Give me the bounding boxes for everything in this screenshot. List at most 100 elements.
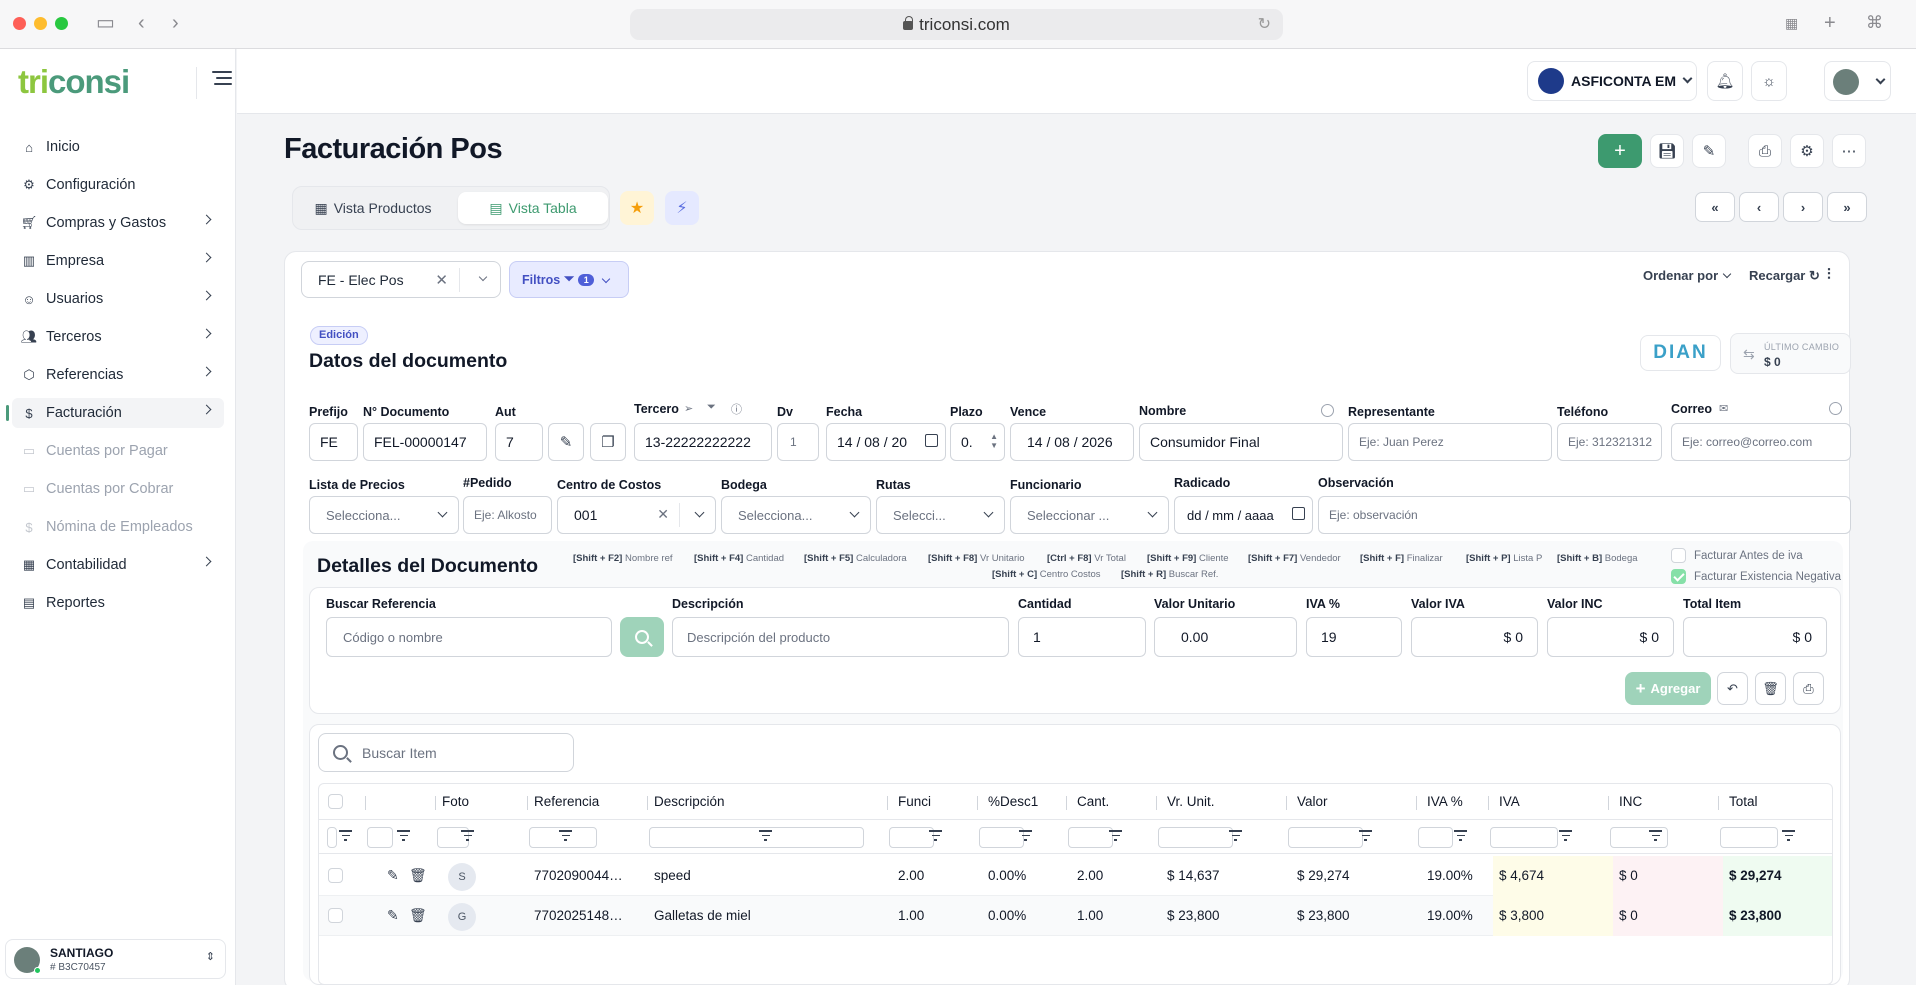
descripcion-input[interactable]: Descripción del producto xyxy=(672,617,1009,657)
sidebar-item-nomina-de-empleados[interactable]: $ Nómina de Empleados xyxy=(12,512,224,542)
facturar-antes-iva-checkbox[interactable] xyxy=(1671,548,1686,563)
column-separator[interactable] xyxy=(1608,796,1609,810)
total-item-input[interactable]: $ 0 xyxy=(1683,617,1827,657)
telefono-field[interactable]: Eje: 312321312 xyxy=(1557,423,1662,461)
add-item-button[interactable]: + Agregar xyxy=(1625,672,1711,705)
filter-lines-icon[interactable] xyxy=(339,830,352,842)
delete-row-icon[interactable]: 🗑︎ xyxy=(409,907,427,924)
column-filter-input[interactable] xyxy=(1490,827,1558,848)
user-card[interactable]: SANTIAGO # B3C70457 ⇕ xyxy=(5,939,226,979)
rutas-select[interactable]: Selecci... xyxy=(876,496,1005,534)
new-document-button[interactable]: + xyxy=(1598,134,1642,168)
column-header[interactable]: Foto xyxy=(442,784,469,820)
column-header[interactable]: Referencia xyxy=(534,784,599,820)
sidebar-item-contabilidad[interactable]: ▦ Contabilidad xyxy=(12,550,224,580)
column-separator[interactable] xyxy=(1416,796,1417,810)
series-select[interactable]: FE - Elec Pos ✕ xyxy=(301,261,501,298)
column-separator[interactable] xyxy=(977,796,978,810)
column-header[interactable]: Vr. Unit. xyxy=(1167,784,1215,820)
filter-lines-icon[interactable] xyxy=(1454,830,1467,842)
edit-row-icon[interactable]: ✎ xyxy=(387,907,399,924)
reload-icon[interactable]: ↻ xyxy=(1258,9,1271,40)
edit-button[interactable]: ✎ xyxy=(1692,134,1726,168)
first-record-button[interactable]: « xyxy=(1695,192,1735,222)
calendar-icon[interactable] xyxy=(1292,507,1305,520)
table-row[interactable]: ✎ 🗑︎ G 77020251484... Galletas de miel 1.00 0.… xyxy=(319,896,1832,936)
edit-row-icon[interactable]: ✎ xyxy=(387,867,399,884)
correo-field[interactable]: Eje: correo@correo.com xyxy=(1671,423,1851,461)
pedido-field[interactable]: Eje: Alkosto xyxy=(463,496,552,534)
column-separator[interactable] xyxy=(647,796,648,810)
column-header[interactable]: IVA xyxy=(1499,784,1520,820)
forward-icon[interactable]: › xyxy=(172,12,179,34)
sidebar-item-cuentas-por-pagar[interactable]: ▭ Cuentas por Pagar xyxy=(12,436,224,466)
mail-icon[interactable]: ✉ xyxy=(1719,402,1728,415)
nombre-radio[interactable] xyxy=(1321,404,1334,417)
column-filter-input[interactable] xyxy=(1158,827,1233,848)
filter-lines-icon[interactable] xyxy=(1019,830,1032,842)
valor-unitario-input[interactable]: 0.00 xyxy=(1154,617,1297,657)
help-icon[interactable]: ⓘ xyxy=(731,401,742,417)
order-by-button[interactable]: Ordenar por xyxy=(1643,268,1732,283)
sidebar-item-cuentas-por-cobrar[interactable]: ▭ Cuentas por Cobrar xyxy=(12,474,224,504)
centro-costos-select[interactable]: 001 ✕ xyxy=(557,496,716,534)
columns-settings-button[interactable]: ⫶ xyxy=(1827,266,1831,283)
column-filter-input[interactable] xyxy=(367,827,393,848)
stepper-icon[interactable]: ▲ ▼ xyxy=(990,432,998,450)
column-separator[interactable] xyxy=(435,796,436,810)
nombre-field[interactable]: Consumidor Final xyxy=(1139,423,1343,461)
notifications-button[interactable]: 🔔︎ xyxy=(1707,61,1743,101)
bodega-select[interactable]: Selecciona... xyxy=(721,496,871,534)
chevron-down-icon[interactable] xyxy=(694,507,705,518)
last-record-button[interactable]: » xyxy=(1827,192,1867,222)
next-record-button[interactable]: › xyxy=(1783,192,1823,222)
column-filter-input[interactable] xyxy=(1418,827,1453,848)
app-logo[interactable]: triconsi xyxy=(18,63,130,101)
column-separator[interactable] xyxy=(1156,796,1157,810)
observacion-field[interactable]: Eje: observación xyxy=(1318,496,1851,534)
minimize-window-button[interactable] xyxy=(34,17,47,30)
delete-row-icon[interactable]: 🗑︎ xyxy=(409,867,427,884)
column-filter-input[interactable] xyxy=(1068,827,1113,848)
prefijo-field[interactable]: FE xyxy=(309,423,358,461)
menu-toggle-icon[interactable] xyxy=(212,71,232,87)
search-reference-button[interactable] xyxy=(620,617,664,657)
funcionario-select[interactable]: Seleccionar ... xyxy=(1010,496,1169,534)
filters-button[interactable]: Filtros ⏷ 1 xyxy=(509,261,629,298)
delete-button[interactable]: 🗑︎ xyxy=(1755,672,1786,705)
filter-lines-icon[interactable] xyxy=(759,830,772,842)
column-header[interactable]: Descripción xyxy=(654,784,725,820)
print-item-button[interactable]: ⎙ xyxy=(1793,672,1824,705)
column-filter-input[interactable] xyxy=(1288,827,1363,848)
iva-pct-input[interactable]: 19 xyxy=(1306,617,1402,657)
column-separator[interactable] xyxy=(365,796,366,810)
column-header[interactable]: Funci xyxy=(898,784,931,820)
quick-action-button[interactable]: ⚡︎ xyxy=(665,191,699,225)
clear-icon[interactable]: ✕ xyxy=(657,506,669,523)
clear-icon[interactable]: ✕ xyxy=(435,271,448,289)
column-separator[interactable] xyxy=(887,796,888,810)
save-button[interactable]: 💾︎ xyxy=(1650,134,1684,168)
sidebar-item-usuarios[interactable]: ☺ Usuarios xyxy=(12,284,224,314)
column-filter-input[interactable] xyxy=(979,827,1024,848)
filter-lines-icon[interactable] xyxy=(559,830,572,842)
filter-lines-icon[interactable] xyxy=(1359,830,1372,842)
chevron-up-down-icon[interactable]: ⇕ xyxy=(206,950,215,963)
vence-field[interactable]: 14 / 08 / 2026 xyxy=(1010,423,1134,461)
column-filter-input[interactable] xyxy=(889,827,934,848)
favorite-button[interactable]: ★ xyxy=(620,191,654,225)
numero-field[interactable]: FEL-00000147 xyxy=(363,423,487,461)
column-separator[interactable] xyxy=(1488,796,1489,810)
column-header[interactable]: INC xyxy=(1619,784,1642,820)
extensions-icon[interactable]: ▦ xyxy=(1785,12,1798,34)
copy-button[interactable]: ❐ xyxy=(590,423,626,461)
more-button[interactable]: ⋯ xyxy=(1832,134,1866,168)
sidebar-toggle-icon[interactable]: ▭ xyxy=(96,12,115,34)
column-separator[interactable] xyxy=(1718,796,1719,810)
filter-lines-icon[interactable] xyxy=(397,830,410,842)
profile-menu[interactable] xyxy=(1824,61,1891,101)
valor-iva-input[interactable]: $ 0 xyxy=(1411,617,1538,657)
select-all-checkbox[interactable] xyxy=(328,794,343,809)
reload-button[interactable]: Recargar ↻ xyxy=(1749,268,1820,284)
search-item-input[interactable]: Buscar Item xyxy=(318,733,574,772)
